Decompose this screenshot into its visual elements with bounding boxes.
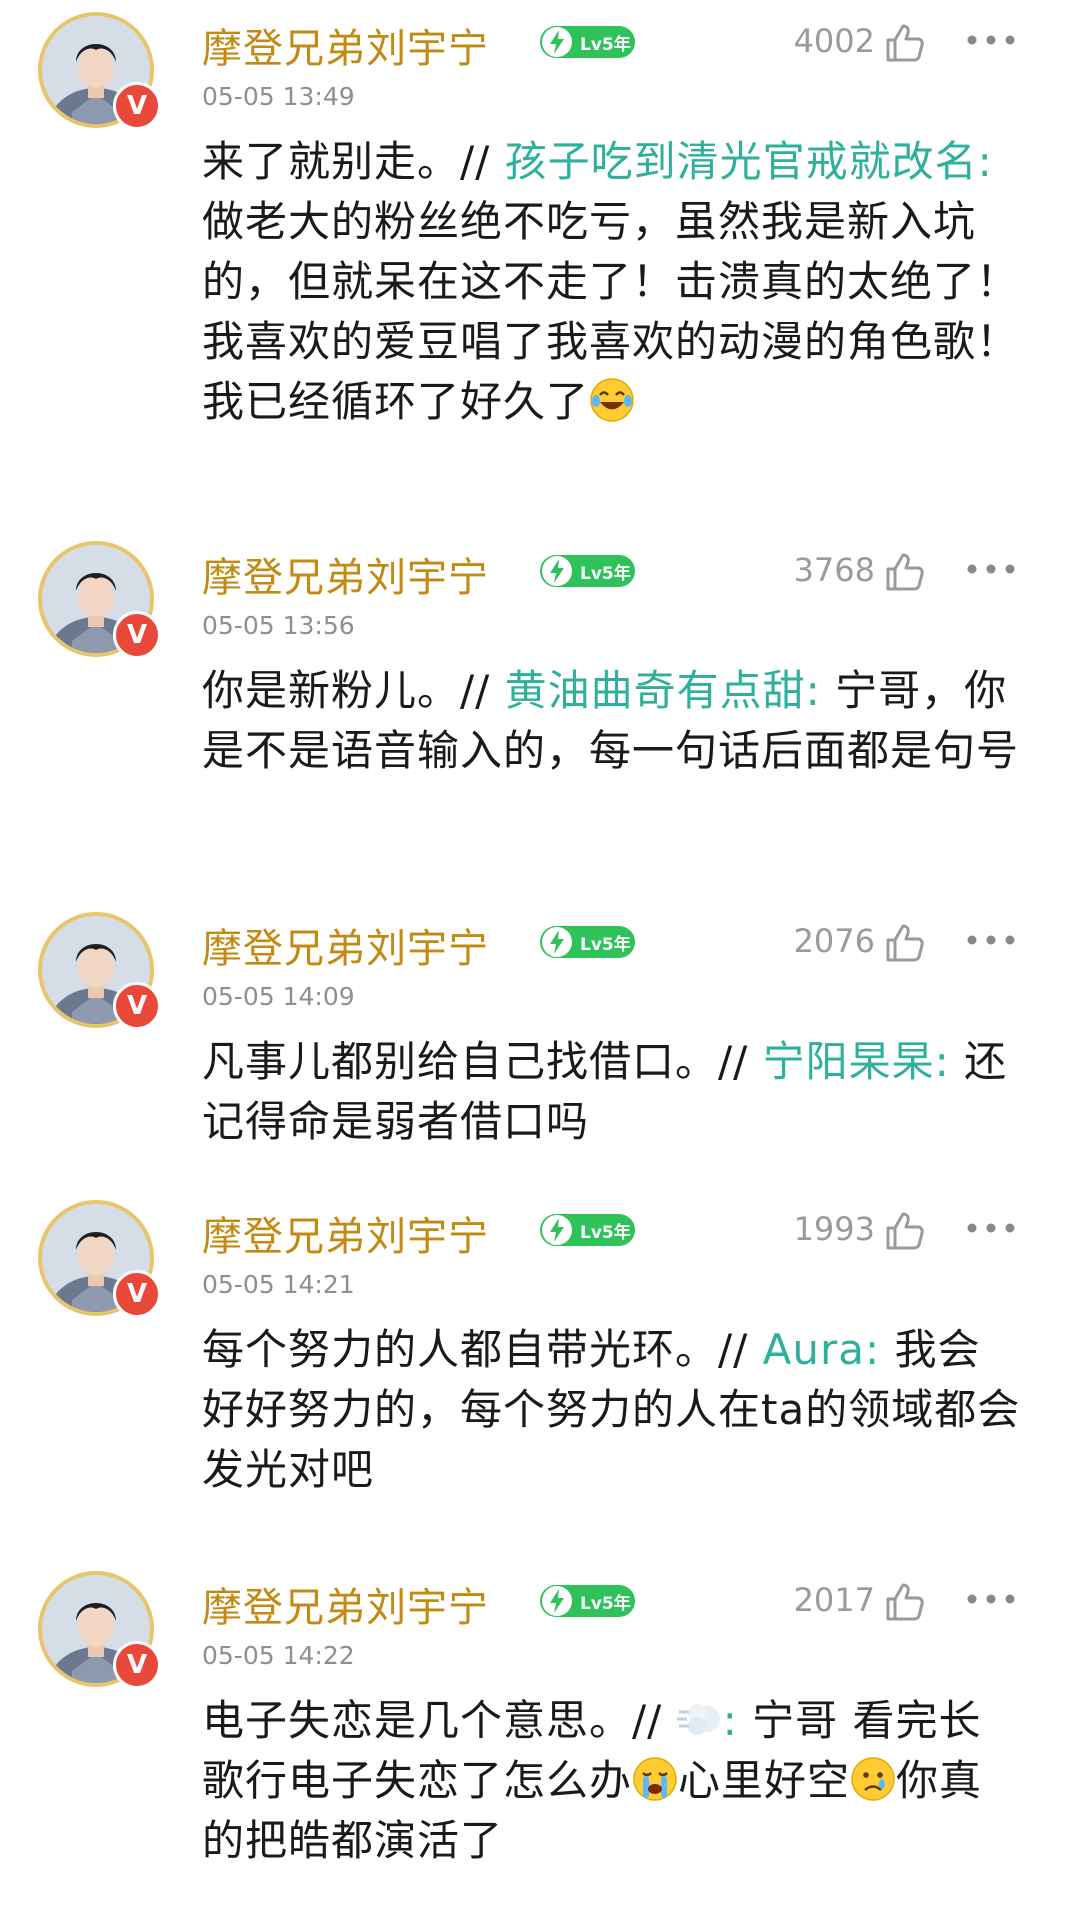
- thumb-up-icon[interactable]: [884, 1581, 926, 1623]
- level-badge: Lv5年: [540, 1214, 635, 1246]
- verified-badge-icon: V: [113, 82, 161, 130]
- verified-badge-icon: V: [113, 1270, 161, 1318]
- username[interactable]: 摩登兄弟刘宇宁: [202, 16, 489, 74]
- comment-text: 你是新粉儿。// 黄油曲奇有点甜: 宁哥，你是不是语音输入的，每一句话后面都是句…: [202, 666, 1020, 775]
- more-dots-icon[interactable]: [966, 934, 1016, 946]
- dash-emoji: [677, 1696, 723, 1742]
- username[interactable]: 摩登兄弟刘宇宁: [202, 545, 489, 603]
- crying-emoji: [632, 1756, 678, 1802]
- lightning-icon: [542, 1215, 572, 1245]
- username[interactable]: 摩登兄弟刘宇宁: [202, 1204, 489, 1262]
- verified-badge-icon: V: [113, 611, 161, 659]
- reply-username[interactable]: 孩子吃到清光官戒就改名:: [505, 137, 993, 186]
- more-dots-icon[interactable]: [966, 1593, 1016, 1605]
- comment-time: 05-05 14:21: [202, 1270, 355, 1299]
- laughing-tears-emoji: [589, 377, 635, 423]
- thumb-up-icon[interactable]: [884, 1210, 926, 1252]
- thumb-up-icon[interactable]: [884, 551, 926, 593]
- reply-username[interactable]: 宁阳杲杲:: [763, 1037, 950, 1086]
- lightning-icon: [542, 1586, 572, 1616]
- more-dots-icon[interactable]: [966, 34, 1016, 46]
- thumb-up-icon[interactable]: [884, 22, 926, 64]
- more-dots-icon[interactable]: [966, 1222, 1016, 1234]
- avatar[interactable]: V: [38, 1571, 161, 1689]
- avatar[interactable]: V: [38, 12, 161, 130]
- comment-text: 来了就别走。// 孩子吃到清光官戒就改名: 做老大的粉丝绝不吃亏，虽然我是新入坑…: [202, 137, 1020, 426]
- reply-username[interactable]: 黄油曲奇有点甜:: [505, 666, 821, 715]
- like-count: 3768: [793, 551, 875, 589]
- comment-text: 凡事儿都别给自己找借口。// 宁阳杲杲: 还记得命是弱者借口吗: [202, 1037, 1008, 1146]
- comment-text: 每个努力的人都自带光环。// Aura: 我会好好努力的，每个努力的人在ta的领…: [202, 1325, 1021, 1494]
- avatar[interactable]: V: [38, 541, 161, 659]
- like-count: 1993: [793, 1210, 875, 1248]
- sad-emoji: [850, 1756, 896, 1802]
- more-dots-icon[interactable]: [966, 563, 1016, 575]
- comment-time: 05-05 14:22: [202, 1641, 355, 1670]
- level-badge: Lv5年: [540, 1585, 635, 1617]
- level-badge: Lv5年: [540, 555, 635, 587]
- avatar[interactable]: V: [38, 1200, 161, 1318]
- avatar[interactable]: V: [38, 912, 161, 1030]
- verified-badge-icon: V: [113, 1641, 161, 1689]
- comment-time: 05-05 14:09: [202, 982, 355, 1011]
- username[interactable]: 摩登兄弟刘宇宁: [202, 1575, 489, 1633]
- reply-username[interactable]: Aura:: [763, 1325, 881, 1374]
- comment-text: 电子失恋是几个意思。// : 宁哥 看完长歌行电子失恋了怎么办 心里好空 你真的把皓…: [202, 1696, 983, 1865]
- lightning-icon: [542, 556, 572, 586]
- verified-badge-icon: V: [113, 982, 161, 1030]
- like-count: 2017: [793, 1581, 875, 1619]
- username[interactable]: 摩登兄弟刘宇宁: [202, 916, 489, 974]
- lightning-icon: [542, 927, 572, 957]
- level-badge: Lv5年: [540, 926, 635, 958]
- level-badge: Lv5年: [540, 26, 635, 58]
- thumb-up-icon[interactable]: [884, 922, 926, 964]
- comment-time: 05-05 13:49: [202, 82, 355, 111]
- like-count: 4002: [793, 22, 875, 60]
- like-count: 2076: [793, 922, 875, 960]
- lightning-icon: [542, 27, 572, 57]
- comment-time: 05-05 13:56: [202, 611, 355, 640]
- reply-username[interactable]: :: [723, 1696, 738, 1745]
